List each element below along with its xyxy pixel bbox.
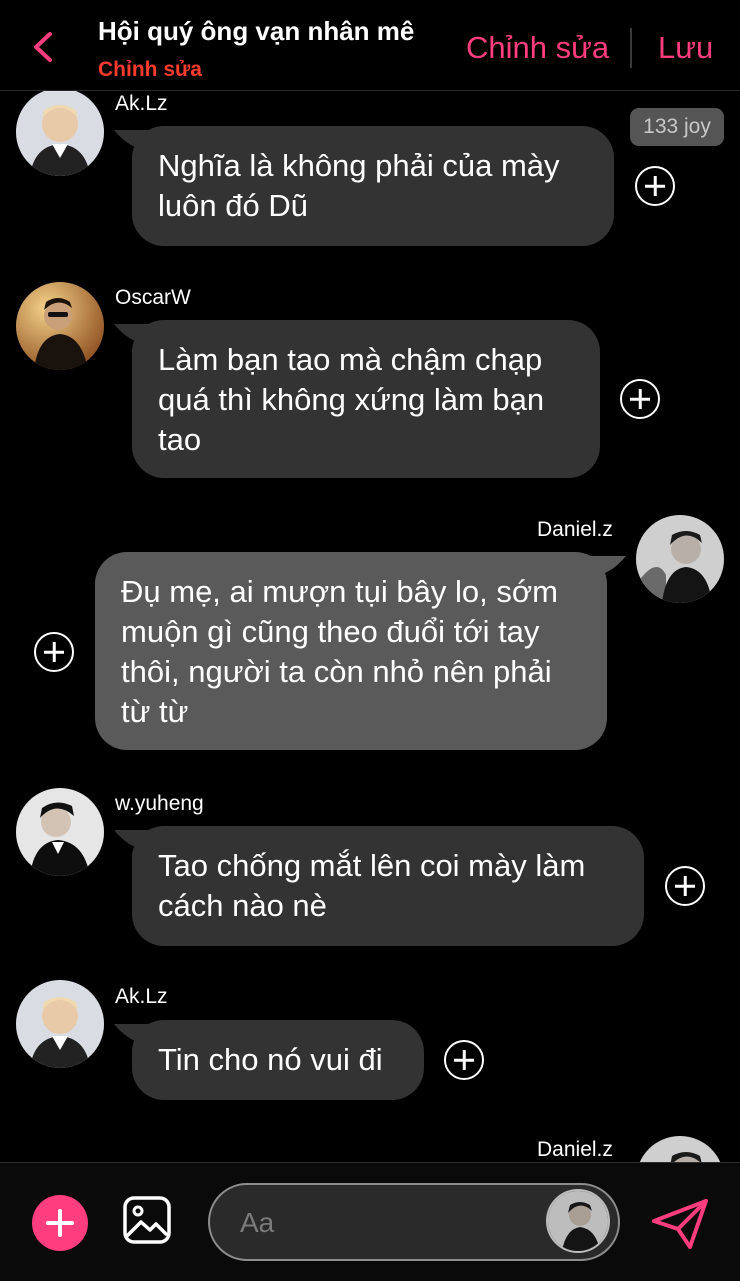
react-plus-icon[interactable] bbox=[665, 866, 705, 906]
react-plus-icon[interactable] bbox=[635, 166, 675, 206]
message-bubble[interactable]: Đụ mẹ, ai mượn tụi bây lo, sớm muộn gì c… bbox=[95, 552, 607, 750]
react-plus-icon[interactable] bbox=[620, 379, 660, 419]
persona-avatar[interactable] bbox=[546, 1189, 610, 1253]
chat-subtitle[interactable]: Chỉnh sửa bbox=[98, 58, 202, 82]
avatar-wyuheng[interactable] bbox=[16, 788, 104, 876]
image-gallery-icon[interactable] bbox=[122, 1195, 172, 1245]
chat-title: Hội quý ông vạn nhân mê bbox=[98, 16, 415, 46]
joy-badge: 133 joy bbox=[630, 108, 724, 146]
send-paper-plane-icon[interactable] bbox=[650, 1197, 710, 1251]
message-input[interactable] bbox=[238, 1199, 542, 1247]
sender-name: w.yuheng bbox=[115, 792, 204, 815]
avatar-danielz[interactable] bbox=[636, 1136, 724, 1162]
header-divider bbox=[630, 28, 632, 68]
avatar-oscarw[interactable] bbox=[16, 282, 104, 370]
sender-name: OscarW bbox=[115, 286, 191, 309]
add-plus-icon[interactable] bbox=[32, 1195, 88, 1251]
avatar-aklz[interactable] bbox=[16, 90, 104, 176]
avatar-danielz[interactable] bbox=[636, 515, 724, 603]
message-list[interactable]: Ak.Lz Nghĩa là không phải của mày luôn đ… bbox=[0, 90, 740, 1162]
sender-name: Ak.Lz bbox=[115, 92, 168, 115]
composer-bar bbox=[0, 1162, 740, 1281]
sender-name: Daniel.z bbox=[537, 518, 613, 541]
sender-name: Ak.Lz bbox=[115, 985, 168, 1008]
back-chevron-icon[interactable] bbox=[28, 30, 60, 64]
edit-button[interactable]: Chỉnh sửa bbox=[466, 30, 609, 66]
chat-header: Hội quý ông vạn nhân mê Chỉnh sửa Chỉnh … bbox=[0, 0, 740, 91]
message-bubble[interactable]: Nghĩa là không phải của mày luôn đó Dũ bbox=[132, 126, 614, 246]
message-bubble[interactable]: Tin cho nó vui đi bbox=[132, 1020, 424, 1100]
save-button[interactable]: Lưu bbox=[658, 30, 713, 66]
message-input-box[interactable] bbox=[208, 1183, 620, 1261]
react-plus-icon[interactable] bbox=[444, 1040, 484, 1080]
avatar-aklz[interactable] bbox=[16, 980, 104, 1068]
sender-name: Daniel.z bbox=[537, 1138, 613, 1161]
react-plus-icon[interactable] bbox=[34, 632, 74, 672]
message-bubble[interactable]: Làm bạn tao mà chậm chạp quá thì không x… bbox=[132, 320, 600, 478]
message-bubble[interactable]: Tao chống mắt lên coi mày làm cách nào n… bbox=[132, 826, 644, 946]
